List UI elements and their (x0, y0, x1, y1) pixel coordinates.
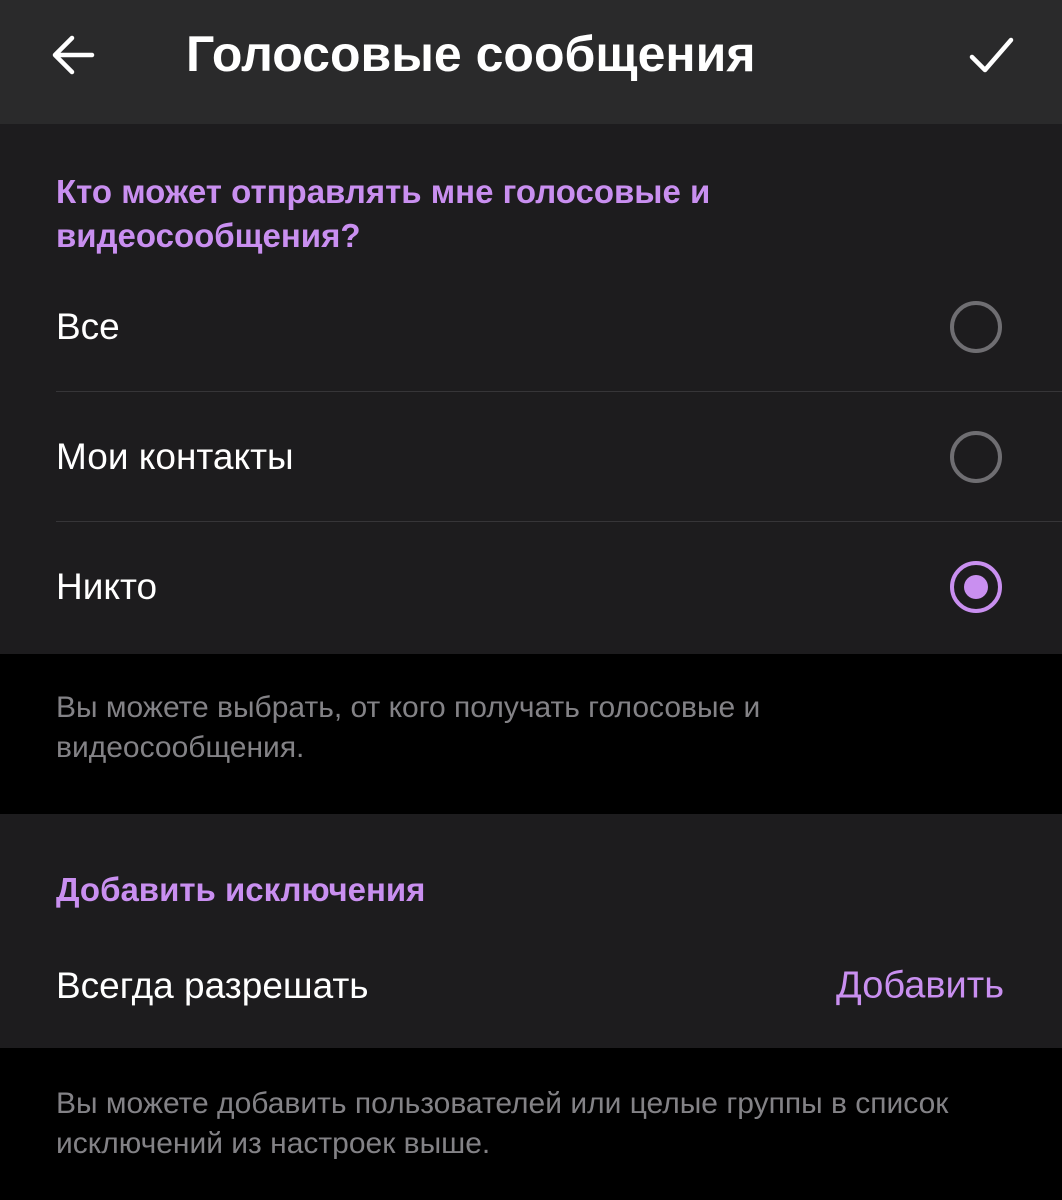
exceptions-section-title: Добавить исключения (56, 871, 426, 908)
option-nobody[interactable]: Никто (0, 522, 1062, 652)
check-icon (969, 37, 1014, 73)
always-allow-row[interactable]: Всегда разрешать Добавить (0, 934, 1062, 1038)
option-my-contacts-label: Мои контакты (56, 436, 294, 477)
app-bar: Голосовые сообщения (0, 0, 1062, 124)
add-exception-button[interactable]: Добавить (836, 965, 1004, 1008)
option-everyone-label: Все (56, 306, 120, 347)
option-my-contacts-radio[interactable] (950, 431, 1002, 483)
privacy-info-text: Вы можете выбрать, от кого получать голо… (56, 691, 761, 764)
exceptions-info-text: Вы можете добавить пользователей или цел… (56, 1087, 949, 1160)
confirm-button[interactable] (956, 20, 1026, 90)
back-button[interactable] (40, 22, 106, 88)
voice-messages-settings-screen: Голосовые сообщения Кто может отправлять… (0, 0, 1062, 1200)
page-title: Голосовые сообщения (186, 26, 756, 82)
option-everyone[interactable]: Все (0, 262, 1062, 392)
privacy-section: Кто может отправлять мне голосовые и вид… (0, 124, 1062, 654)
arrow-left-icon (52, 35, 95, 75)
option-nobody-label: Никто (56, 566, 158, 607)
option-my-contacts[interactable]: Мои контакты (0, 392, 1062, 522)
option-nobody-radio-selected[interactable] (950, 561, 1002, 613)
privacy-section-title: Кто может отправлять мне голосовые и вид… (56, 173, 711, 254)
option-everyone-radio[interactable] (950, 301, 1002, 353)
always-allow-label: Всегда разрешать (56, 965, 369, 1006)
radio-selected-dot (964, 575, 988, 599)
exceptions-section: Добавить исключения Всегда разрешать Доб… (0, 814, 1062, 1048)
